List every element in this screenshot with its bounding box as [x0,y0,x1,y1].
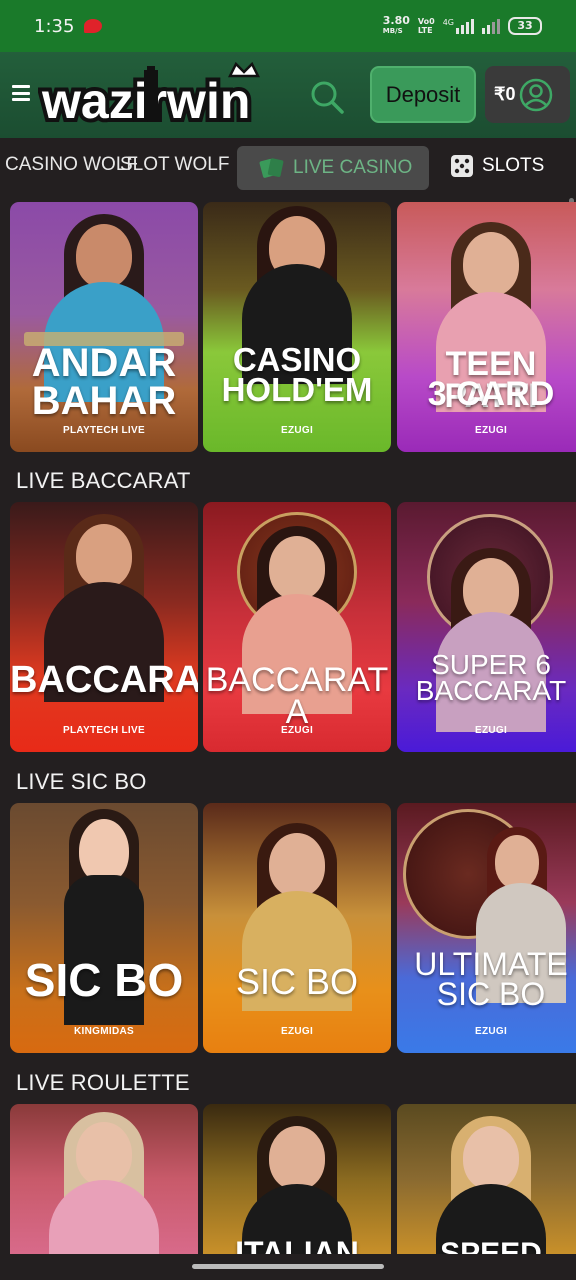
tab-slots[interactable]: SLOTS [450,154,544,178]
volte-indicator: Vo0 LTE [418,17,435,35]
game-provider: PLAYTECH LIVE [63,725,145,736]
game-title: SIC BO [235,961,359,1002]
status-time: 1:35 [34,15,75,37]
network-speed: 3.80 MB/S [382,14,410,36]
speed-unit: MB/S [382,27,403,35]
section-title-roulette: LIVE ROULETTE [16,1070,190,1095]
game-title: ULTIMATE [414,946,568,982]
tab-slots-label: SLOTS [482,155,545,176]
dice-icon [451,155,473,177]
cards-icon [259,158,284,178]
tab-casino-wolf[interactable]: CASINO WOLF [5,154,138,176]
status-bar: 1:35 3.80 MB/S Vo0 LTE 4G 33 [0,0,576,52]
game-title-2: 3 CARD [427,375,555,413]
volte-top: Vo0 [417,17,435,26]
search-icon[interactable] [308,78,346,116]
game-card-andar-bahar[interactable]: ANDAR BAHAR PLAYTECH LIVE [10,202,198,452]
game-title-2: BAHAR [31,379,177,423]
game-card-teen-patti[interactable]: TEEN PATTI 3 CARD EZUGI [397,202,576,452]
section-title-sicbo: LIVE SIC BO [16,769,147,794]
game-provider: EZUGI [280,725,314,736]
home-indicator[interactable] [192,1264,384,1269]
wallet-button[interactable]: ₹0 [485,66,570,123]
network-type: 4G [442,18,454,27]
wallet-balance: ₹0 [494,84,516,104]
game-title: ANDAR [31,341,177,385]
battery-icon: 33 [508,17,542,35]
section-title-baccarat: LIVE BACCARAT [16,468,191,493]
game-provider: EZUGI [280,1026,314,1037]
game-card-italian-roulette[interactable]: ITALIAN [203,1104,391,1254]
carrier-icon [84,19,103,33]
game-card-baccarat-a[interactable]: BACCARAT A EZUGI [203,502,391,752]
game-title-2: HOLD'EM [221,371,373,408]
game-provider: PLAYTECH LIVE [63,425,145,436]
game-title: SPEED [440,1237,542,1254]
game-provider: EZUGI [474,725,508,736]
tab-live-casino[interactable]: LIVE CASINO [237,146,429,190]
game-provider: EZUGI [474,1026,508,1037]
game-card-super-6-baccarat[interactable]: SUPER 6 BACCARAT EZUGI [397,502,576,752]
user-profile-icon [520,78,553,111]
game-title-2: SIC BO [436,976,546,1012]
game-card-baccarat[interactable]: BACCARAT PLAYTECH LIVE [10,502,198,752]
game-provider: KINGMIDAS [74,1026,134,1037]
signal-icon-2 [482,18,500,34]
game-title-2: BACCARAT [415,675,567,706]
game-title: ITALIAN [235,1235,359,1254]
game-card-casino-holdem[interactable]: CASINO HOLD'EM EZUGI [203,202,391,452]
game-provider: EZUGI [280,425,314,436]
game-provider: EZUGI [474,425,508,436]
category-tabs: CASINO WOLF SLOT WOLF LIVE CASINO SLOTS [0,138,576,198]
deposit-button[interactable]: Deposit [370,66,476,123]
game-card-roulette-1[interactable] [10,1104,198,1254]
wazirwin-logo[interactable]: wazirwin wazirwin [37,61,282,133]
game-card-speed-roulette[interactable]: SPEED [397,1104,576,1254]
status-indicators: 3.80 MB/S Vo0 LTE 4G 33 [382,14,542,36]
signal-icon: 4G [443,18,474,34]
game-title: BACCARAT A [205,661,389,732]
game-title: BACCARAT [10,659,198,701]
app-header: wazirwin wazirwin Deposit ₹0 [0,52,576,138]
tab-slot-wolf[interactable]: SLOT WOLF [120,154,229,176]
game-title: SIC BO [24,954,184,1006]
game-card-sic-bo-ezugi[interactable]: SIC BO EZUGI [203,803,391,1053]
speed-value: 3.80 [382,14,410,27]
volte-bottom: LTE [417,26,433,35]
hamburger-menu-icon[interactable] [12,85,30,101]
tab-live-casino-label: LIVE CASINO [293,157,413,178]
game-card-ultimate-sic-bo[interactable]: ULTIMATE SIC BO EZUGI [397,803,576,1053]
game-card-sic-bo-kingmidas[interactable]: SIC BO KINGMIDAS [10,803,198,1053]
